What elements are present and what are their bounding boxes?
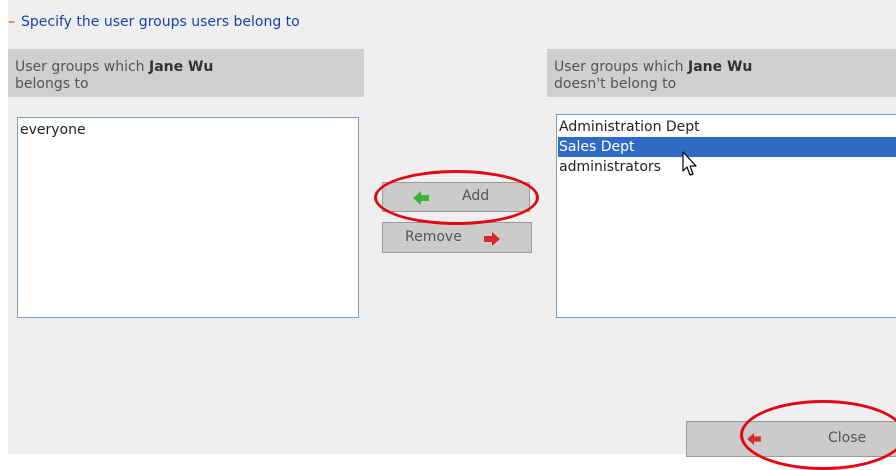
list-item-selected[interactable]: Sales Dept — [558, 137, 896, 157]
right-arrow-icon — [484, 232, 500, 246]
list-item[interactable]: Administration Dept — [558, 117, 896, 137]
member-header-suffix: belongs to — [15, 76, 89, 92]
non-member-header-user-name: Jane Wu — [688, 59, 753, 75]
member-header-user-name: Jane Wu — [149, 59, 214, 75]
user-groups-panel: – Specify the user groups users belong to… — [8, 0, 896, 470]
section-title-text: Specify the user groups users belong to — [21, 14, 300, 30]
list-item[interactable]: everyone — [19, 120, 357, 140]
remove-button-label: Remove — [405, 229, 462, 245]
member-groups-listbox[interactable]: everyone — [17, 117, 359, 318]
left-arrow-icon — [413, 191, 429, 205]
collapse-dash-icon[interactable]: – — [8, 14, 15, 30]
left-arrow-icon — [747, 433, 761, 445]
non-member-header-prefix: User groups which — [554, 59, 688, 75]
close-button[interactable]: Close — [686, 421, 896, 457]
non-member-groups-listbox[interactable]: Administration Dept Sales Dept administr… — [556, 114, 896, 318]
member-header-prefix: User groups which — [15, 59, 149, 75]
section-title: – Specify the user groups users belong to — [8, 12, 300, 32]
add-button[interactable]: Add — [382, 182, 530, 212]
list-item[interactable]: administrators — [558, 157, 896, 177]
non-member-groups-header: User groups which Jane Wu doesn't belong… — [547, 49, 896, 97]
close-button-label: Close — [828, 430, 867, 446]
non-member-header-suffix: doesn't belong to — [554, 76, 677, 92]
remove-button[interactable]: Remove — [382, 222, 532, 253]
member-groups-header: User groups which Jane Wu belongs to — [8, 49, 364, 97]
add-button-label: Add — [462, 188, 490, 204]
